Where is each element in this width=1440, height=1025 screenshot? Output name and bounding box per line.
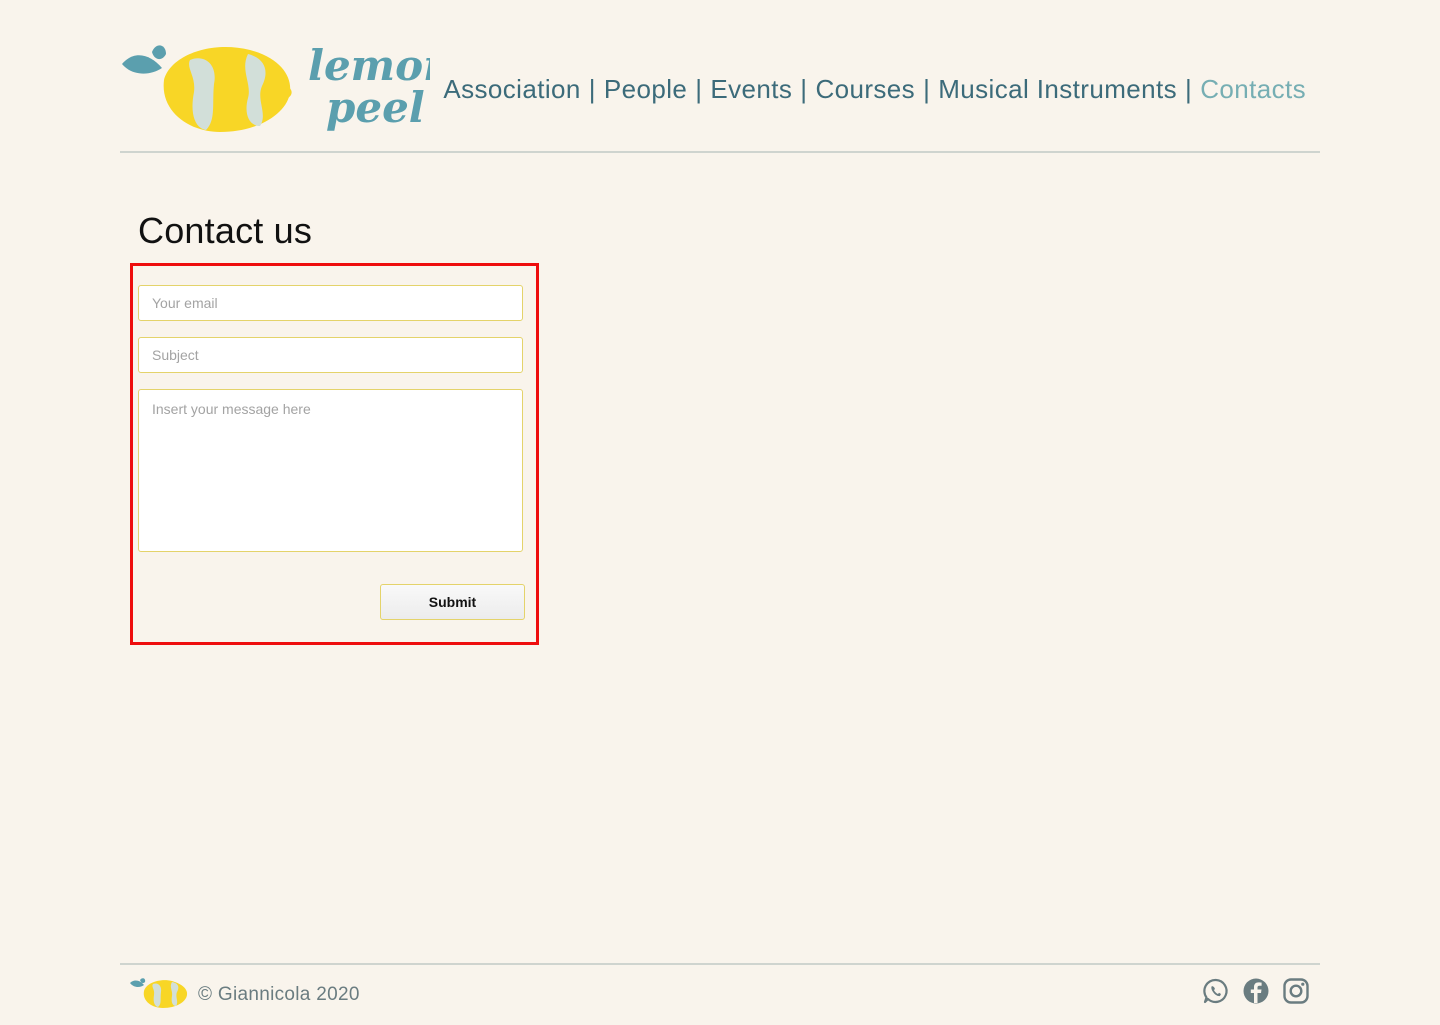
email-field[interactable] [138, 285, 523, 321]
nav-separator: | [800, 74, 808, 104]
facebook-icon[interactable] [1242, 977, 1270, 1005]
submit-button[interactable]: Submit [380, 584, 525, 620]
instagram-icon[interactable] [1282, 977, 1310, 1005]
nav-events[interactable]: Events [710, 74, 792, 105]
page-title: Contact us [138, 210, 313, 251]
footer-lemon-logo-icon [130, 977, 190, 1014]
nav-contacts[interactable]: Contacts [1200, 74, 1306, 105]
logo-text-peel: peel [326, 83, 425, 132]
nav-separator: | [695, 74, 703, 104]
site-header: lemon peel Association | People | Events… [120, 30, 1320, 153]
subject-field[interactable] [138, 337, 523, 373]
nav-courses[interactable]: Courses [815, 74, 915, 105]
main-nav: Association | People | Events | Courses … [443, 74, 1306, 105]
site-footer: © Giannicola 2020 [120, 963, 1320, 1025]
lemon-logo-icon: lemon peel [122, 41, 430, 132]
social-links [1202, 977, 1310, 1005]
copyright-text: © Giannicola 2020 [198, 984, 360, 1005]
nav-people[interactable]: People [604, 74, 687, 105]
nav-musical-instruments[interactable]: Musical Instruments [938, 74, 1177, 105]
nav-separator: | [588, 74, 596, 104]
nav-separator: | [1185, 74, 1193, 104]
nav-separator: | [923, 74, 931, 104]
whatsapp-icon[interactable] [1202, 977, 1230, 1005]
lemon-peel-logo[interactable]: lemon peel [120, 40, 430, 140]
nav-association[interactable]: Association [443, 74, 580, 105]
message-textarea[interactable] [138, 389, 523, 552]
